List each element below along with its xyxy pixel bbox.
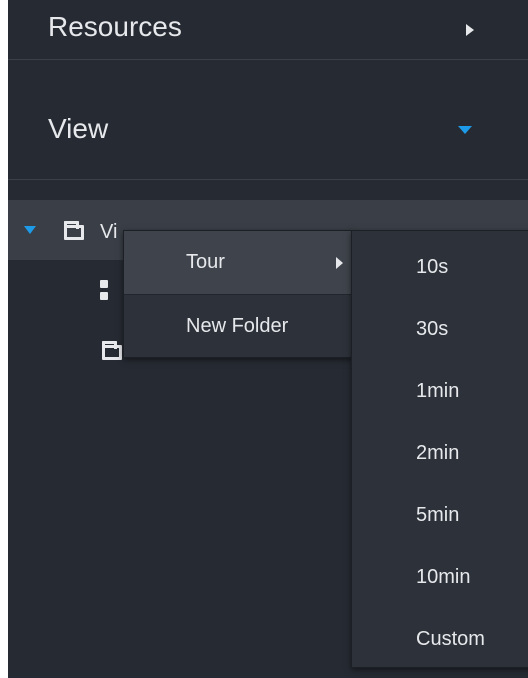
caret-right-icon[interactable]	[466, 24, 474, 36]
menu-item-tour[interactable]: Tour	[124, 231, 352, 294]
submenu-arrow-icon	[336, 257, 343, 269]
menu-item-new-folder[interactable]: New Folder	[124, 295, 352, 358]
caret-down-icon[interactable]	[458, 126, 472, 134]
tour-option-label: 5min	[416, 504, 460, 526]
menu-item-label: Tour	[186, 251, 225, 273]
tour-option-custom[interactable]: Custom	[352, 609, 528, 671]
folder-icon	[102, 341, 122, 360]
tour-option-label: 10min	[416, 566, 471, 588]
tree-root-label: Vi	[100, 221, 118, 243]
resources-title: Resources	[48, 11, 182, 42]
tour-submenu: 10s 30s 1min 2min 5min 10min Custom	[351, 230, 528, 668]
view-panel: Resources View Vi View 1 Tour New Folder…	[8, 0, 528, 678]
tour-option-label: 10s	[416, 256, 449, 278]
expand-arrow-icon[interactable]	[24, 226, 36, 234]
tour-option-1min[interactable]: 1min	[352, 361, 528, 423]
tour-option-label: Custom	[416, 628, 485, 650]
tour-option-label: 30s	[416, 318, 449, 340]
tour-option-label: 1min	[416, 380, 460, 402]
view-item-icon	[100, 280, 109, 306]
resources-header[interactable]: Resources	[8, 0, 528, 60]
tour-option-30s[interactable]: 30s	[352, 299, 528, 361]
tour-option-2min[interactable]: 2min	[352, 423, 528, 485]
tour-option-10s[interactable]: 10s	[352, 237, 528, 299]
folder-icon	[64, 221, 84, 240]
menu-item-label: New Folder	[186, 315, 289, 337]
view-title: View	[48, 113, 109, 144]
tour-option-10min[interactable]: 10min	[352, 547, 528, 609]
tour-option-label: 2min	[416, 442, 460, 464]
view-header[interactable]: View	[8, 80, 528, 180]
context-menu: Tour New Folder	[123, 230, 353, 358]
tour-option-5min[interactable]: 5min	[352, 485, 528, 547]
